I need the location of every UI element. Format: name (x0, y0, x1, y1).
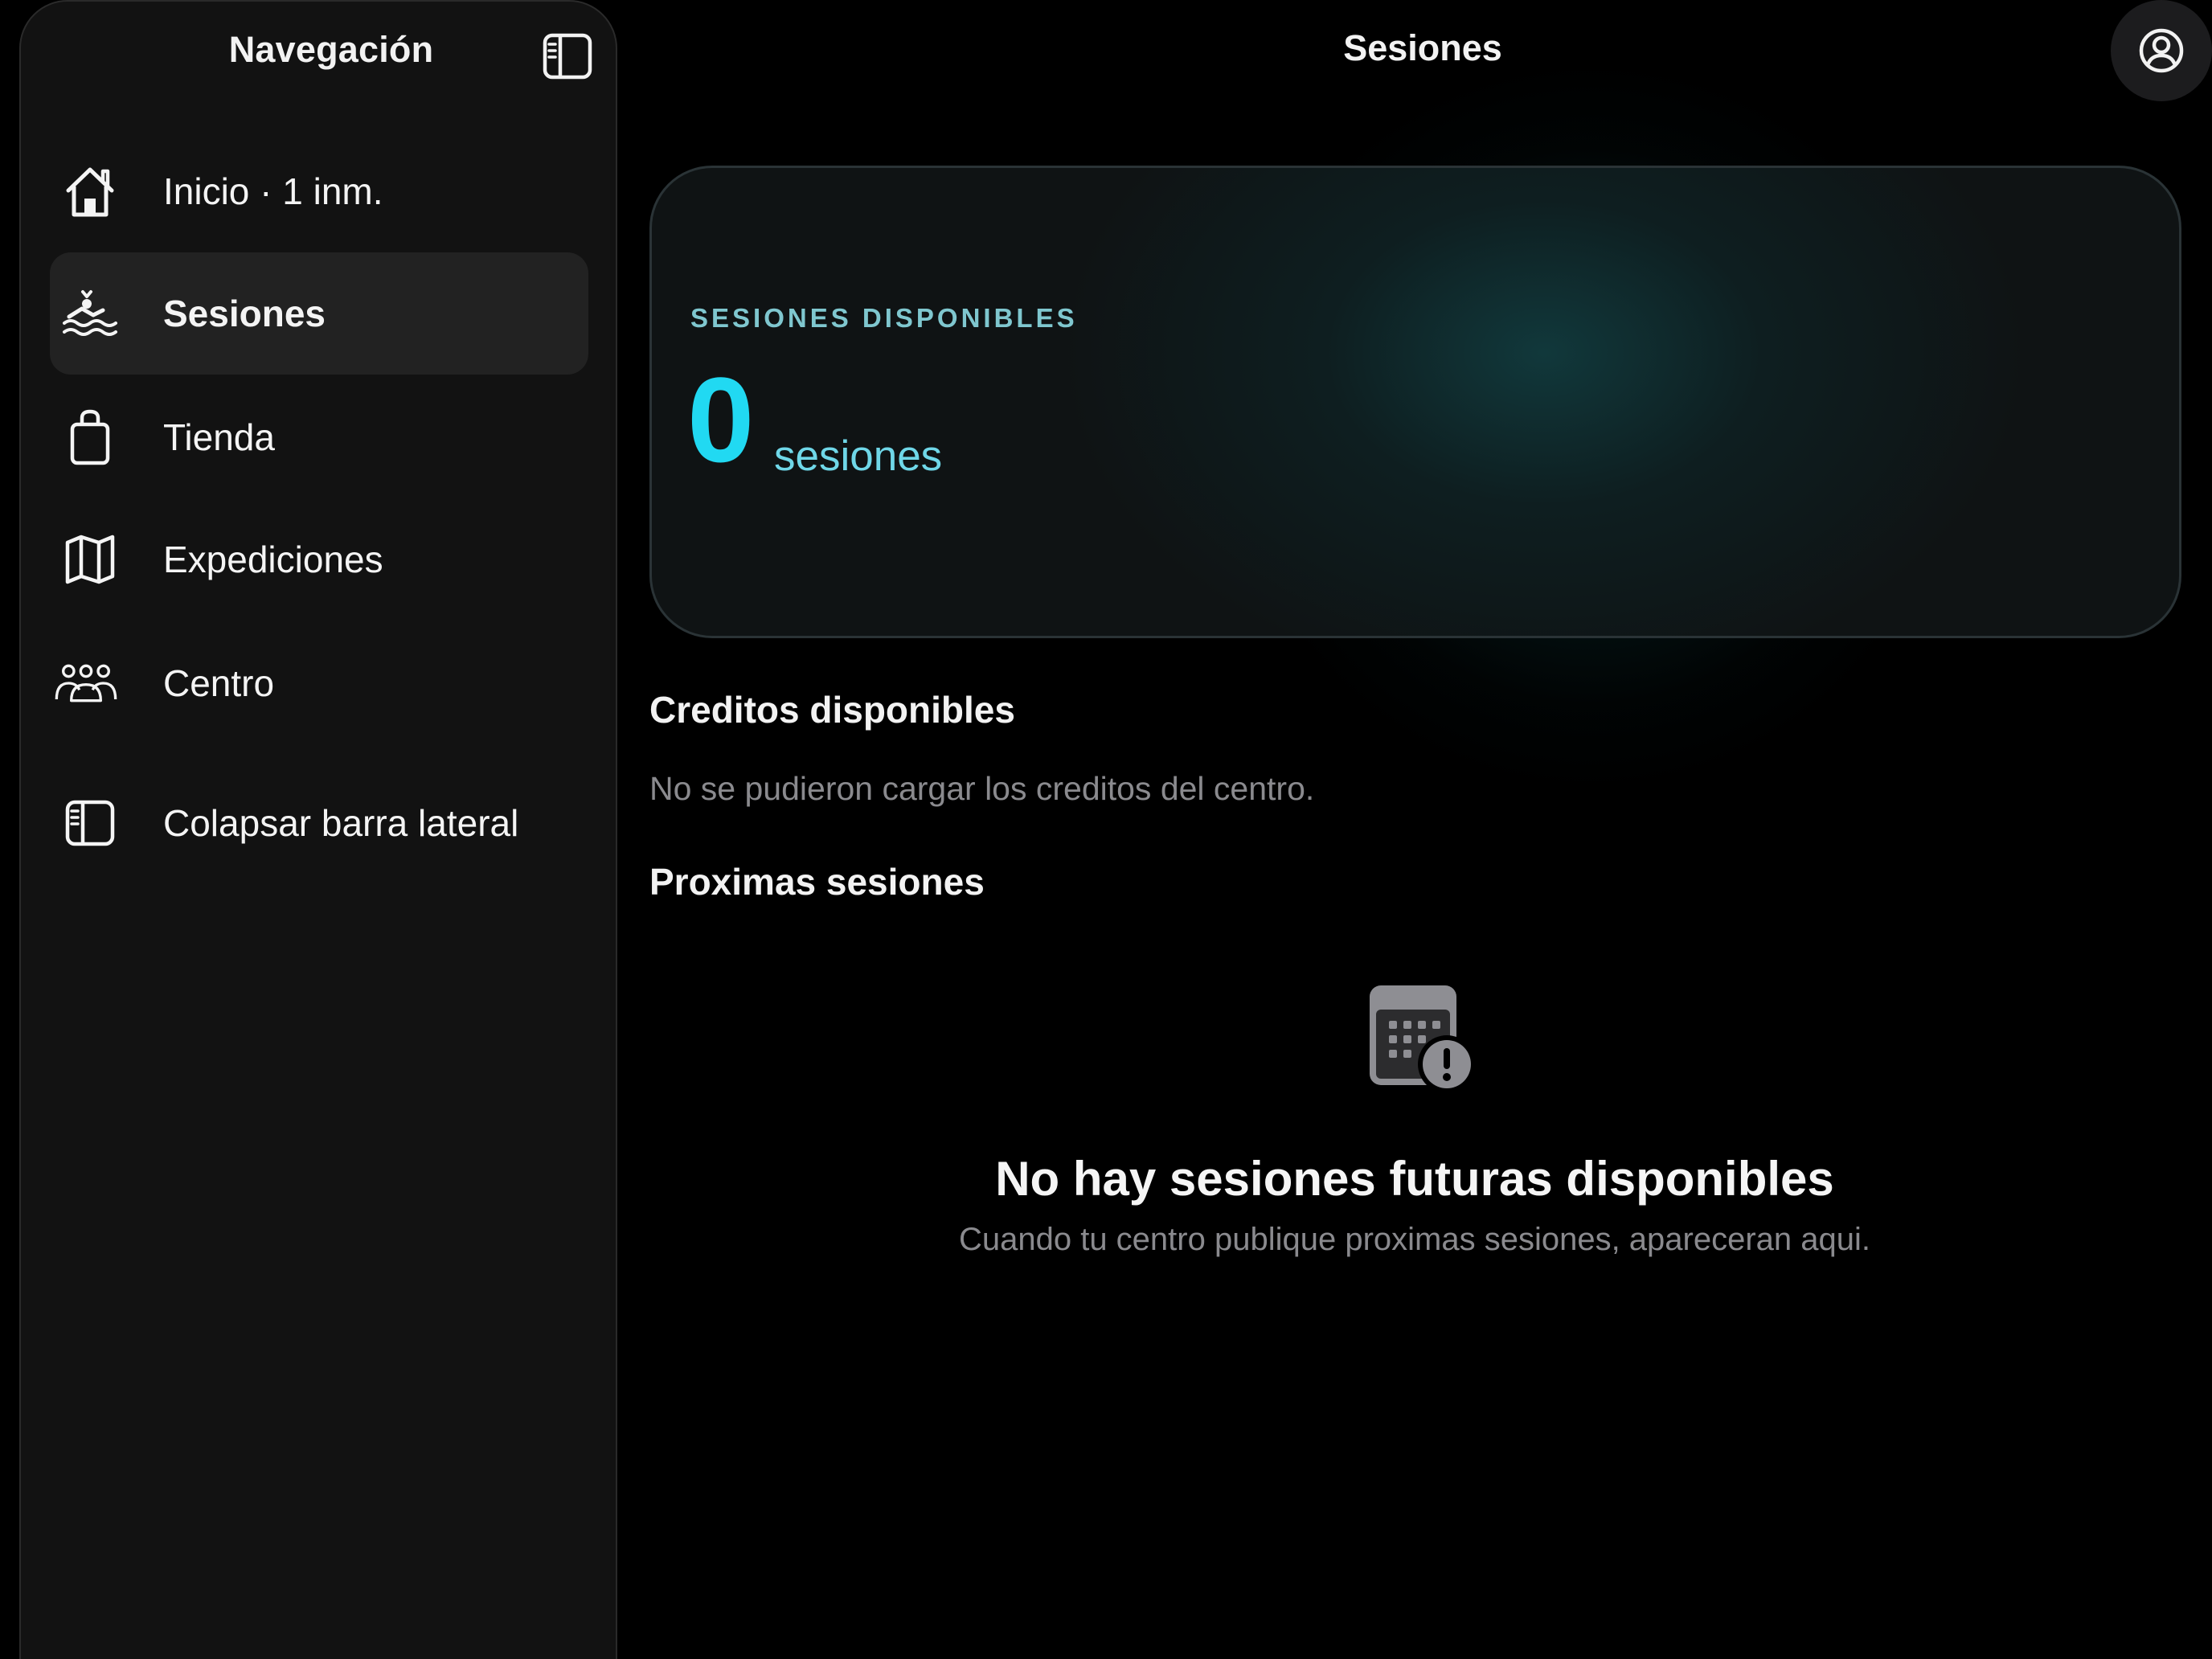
available-sessions-card: SESIONES DISPONIBLES 0 sesiones (649, 166, 2181, 638)
map-icon (58, 527, 122, 592)
sidebar-toggle-button[interactable] (535, 24, 600, 88)
empty-state-subtitle: Cuando tu centro publique proximas sesio… (958, 1222, 1871, 1257)
sidebar-item-label: Sesiones (163, 293, 326, 334)
sidebar-item-label: Colapsar barra lateral (163, 802, 519, 844)
sidebar-toggle-icon (543, 33, 592, 80)
calendar-exclamation-icon (1363, 981, 1484, 1101)
person-circle-icon (2139, 28, 2184, 73)
available-sessions-label: SESIONES DISPONIBLES (690, 303, 1078, 333)
sidebar-item-label: Expediciones (163, 539, 383, 580)
empty-state-title: No hay sesiones futuras disponibles (995, 1152, 1834, 1206)
sidebar: Navegación Inicio · 1 inm. Sesiones Tien… (19, 0, 617, 1659)
upcoming-section-title: Proximas sesiones (649, 861, 985, 903)
sidebar-item-sesiones[interactable]: Sesiones (50, 252, 588, 375)
sidebar-item-label: Tienda (163, 416, 275, 458)
sidebar-item-colapsar[interactable]: Colapsar barra lateral (50, 762, 588, 884)
credits-section-title: Creditos disponibles (649, 689, 1015, 731)
sidebar-item-label: Centro (163, 662, 275, 704)
people-icon (54, 651, 118, 715)
sidebar-left-icon (58, 791, 122, 855)
house-icon (58, 159, 122, 223)
shopping-bag-icon (58, 405, 122, 469)
profile-button[interactable] (2111, 0, 2212, 101)
sidebar-item-tienda[interactable]: Tienda (50, 376, 588, 498)
app-root: Navegación Inicio · 1 inm. Sesiones Tien… (0, 0, 2212, 1659)
available-sessions-count: 0 (687, 352, 755, 487)
sidebar-item-expediciones[interactable]: Expediciones (50, 498, 588, 621)
available-sessions-unit: sesiones (774, 432, 943, 480)
credits-error-message: No se pudieron cargar los creditos del c… (649, 770, 1315, 807)
sidebar-item-label: Inicio · 1 inm. (163, 170, 383, 212)
sidebar-item-inicio[interactable]: Inicio · 1 inm. (50, 130, 588, 252)
swimmer-icon (58, 281, 122, 346)
sidebar-item-centro[interactable]: Centro (50, 622, 588, 744)
page-title: Sesiones (1343, 27, 1502, 68)
